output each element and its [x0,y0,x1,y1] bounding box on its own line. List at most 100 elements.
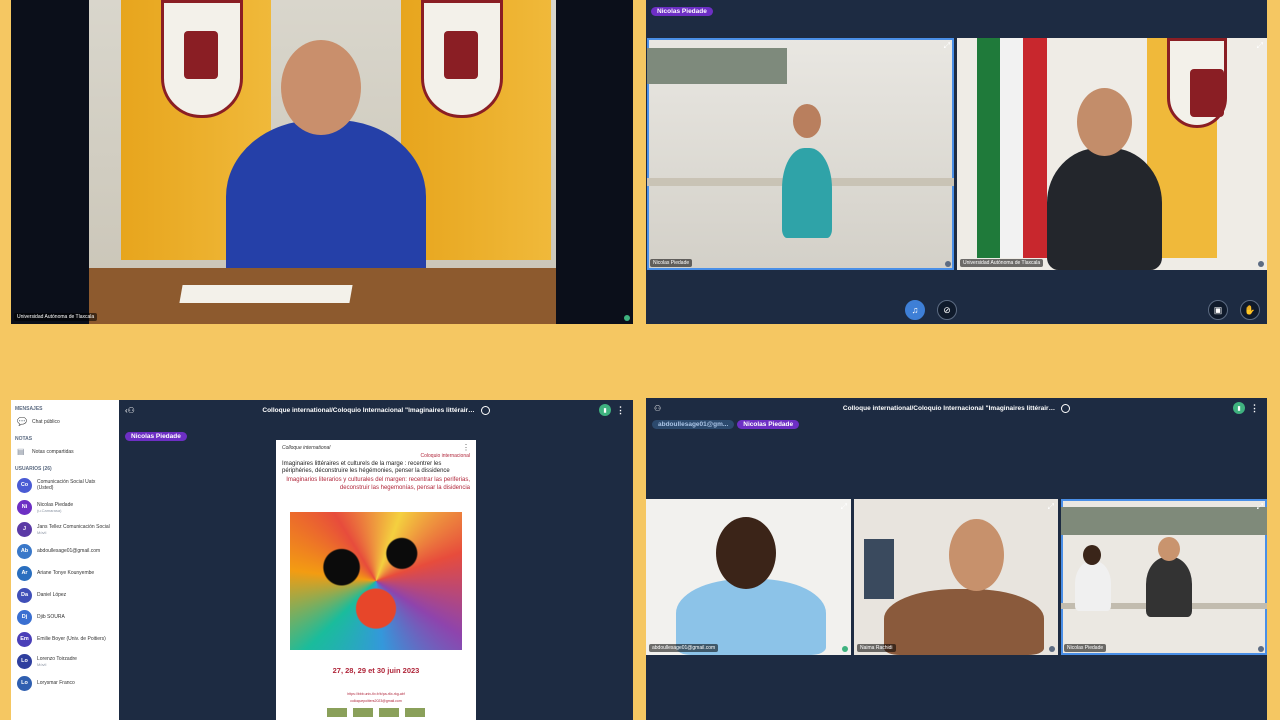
video-tile-2[interactable]: ⤢ Universidad Autónoma de Tlaxcala [957,38,1267,270]
user-text: Comunicación Social Uatx (Usted) [37,479,113,491]
video-panel-tlaxcala: Universidad Autónoma de Tlaxcala [11,0,633,324]
user-list-item[interactable]: Dj Djib SOURA [11,606,119,628]
mic-status-icon [945,261,951,267]
user-name: Ariane Tonye Kounyembe [37,570,95,576]
user-list-item[interactable]: Lo Lorenzo Toirzadre Móvil [11,650,119,672]
user-list-item[interactable]: Co Comunicación Social Uatx (Usted) [11,474,119,496]
poster-line-fr: Colloque international [282,445,331,451]
avatar: Lo [17,675,32,691]
poster-title-fr: Imaginaires littéraires et culturels de … [282,461,450,475]
participant-name-tag[interactable]: Nicolas Piedade [650,259,693,267]
sponsor-logos [306,708,446,717]
shared-notes-item[interactable]: ▤ Notas compartidas [11,444,119,460]
participant-name-tag[interactable]: abdoullesage01@gmail.com [649,644,719,652]
user-name: Emilie Boyer (Univ. de Poitiers) [37,636,106,642]
video-tile-1[interactable]: ⤢ abdoullesage01@gmail.com [646,499,851,655]
mic-status-icon [842,646,848,652]
connection-status-icon[interactable]: ▮ [1233,402,1245,414]
meeting-panel-two-tiles: Nicolas Piedade ⤢ Nicolas Piedade ⤢ Univ… [646,0,1267,324]
video-tile-3[interactable]: ⤢ Nicolas Piedade [1061,499,1267,655]
presentation-slide: Colloque international Coloquio internac… [276,440,476,720]
messages-header: MENSAJES [15,406,43,412]
mic-status-icon [1258,646,1264,652]
user-list: Co Comunicación Social Uatx (Usted) Ni Nico… [11,474,119,694]
user-status: Móvil [37,661,47,667]
avatar: J [17,521,32,537]
slide-options-icon[interactable]: ⋮ [462,443,470,452]
participant-head-right [1158,537,1180,561]
user-sidebar: MENSAJES 💬 Chat público NOTAS ▤ Notas co… [11,400,119,720]
media-controls: ♫ ⊘ [905,300,957,320]
participant-body [884,589,1044,655]
expand-icon[interactable]: ⤢ [1257,41,1263,51]
avatar: Ab [17,543,32,559]
speaker-body [226,120,426,290]
presenter-badge[interactable]: Nicolas Piedade [125,432,187,441]
raise-hand-icon[interactable]: ✋ [1240,300,1260,320]
avatar: Ni [17,499,32,515]
meeting-title-text: Colloque international/Coloquio Internac… [262,406,475,414]
video-tile-2[interactable]: ⤢ Naima Rachidi [854,499,1058,655]
participant-name-tag[interactable]: Nicolas Piedade [1064,644,1107,652]
expand-icon[interactable]: ⤢ [1048,502,1054,512]
user-list-item[interactable]: Em Emilie Boyer (Univ. de Poitiers) [11,628,119,650]
poster-title-es: Imaginarios literarios y culturales del … [286,477,470,491]
participant-name-tag[interactable]: Universidad Autónoma de Tlaxcala [14,313,98,321]
record-icon[interactable] [480,405,490,415]
camera-off-icon[interactable]: ⊘ [937,300,957,320]
user-name: Comunicación Social Uatx (Usted) [37,479,96,491]
participant-name-tag[interactable]: Universidad Autónoma de Tlaxcala [960,259,1044,267]
poster-line-es: Coloquio internacional [420,453,470,459]
mic-status-icon [1258,261,1264,267]
user-list-item[interactable]: Lo Lorysmar Franco [11,672,119,694]
meeting-title: Colloque international/Coloquio Internac… [119,405,633,415]
video-tile-1[interactable]: ⤢ Nicolas Piedade [647,38,954,270]
avatar: Dj [17,609,32,625]
headphones-icon[interactable]: ♫ [905,300,925,320]
side-controls: ▣ ✋ [1208,300,1260,320]
options-menu-icon[interactable]: ⋮ [616,405,625,416]
user-name: abdoullesage01@gmail.com [37,548,101,554]
user-text: Ariane Tonye Kounyembe [37,570,94,576]
options-menu-icon[interactable]: ⋮ [1250,403,1259,414]
connection-status-icon[interactable]: ▮ [599,404,611,416]
mexican-flag [977,38,1047,258]
user-status: (u.Camarasa) [37,507,62,513]
avatar: Lo [17,653,32,669]
user-list-item[interactable]: J Jans Tellez Comunicación Social Móvil [11,518,119,540]
talker-badge[interactable]: abdoullesage01@gm... [652,420,735,429]
meeting-panel-presentation: MENSAJES 💬 Chat público NOTAS ▤ Notas co… [11,400,633,720]
participant-body-left [1075,561,1111,611]
university-seal-right [421,0,503,118]
meeting-panel-three-tiles: ⚇ Colloque international/Coloquio Intern… [646,398,1267,720]
meeting-topbar: ‹⚇ Colloque international/Coloquio Inter… [119,400,633,420]
user-list-item[interactable]: Ni Nicolas Piedade (u.Camarasa) [11,496,119,518]
participant-name-tag[interactable]: Naima Rachidi [857,644,896,652]
user-list-item[interactable]: Ar Ariane Tonye Kounyembe [11,562,119,584]
user-list-item[interactable]: Ab abdoullesage01@gmail.com [11,540,119,562]
user-list-item[interactable]: Da Daniel López [11,584,119,606]
window-scene [1061,507,1267,535]
presenter-badge[interactable]: Nicolas Piedade [651,7,713,16]
avatar: Em [17,631,32,647]
notes-header: NOTAS [15,436,33,442]
chat-icon: 💬 [17,417,27,426]
user-text: Lorysmar Franco [37,680,75,686]
screen-share-icon[interactable]: ▣ [1208,300,1228,320]
shared-notes-label: Notas compartidas [32,449,74,455]
notes-icon: ▤ [17,447,25,456]
university-seal-left [161,0,243,118]
record-icon[interactable] [1061,403,1071,413]
expand-icon[interactable]: ⤢ [841,502,847,512]
mic-status-icon [624,315,630,321]
presenter-badge[interactable]: Nicolas Piedade [737,420,800,429]
poster-email: colloquepoitiers2023@gmail.com [350,699,402,703]
expand-icon[interactable]: ⤢ [944,41,950,51]
participant-body-right [1146,557,1192,617]
poster-link: https://bbb.univ-tlx.fr/b/pa-r6x-rkg-abf [347,692,405,696]
poster-dates: 27, 28, 29 et 30 juin 2023 [332,666,420,675]
public-chat-item[interactable]: 💬 Chat público [11,414,119,430]
expand-icon[interactable]: ⤢ [1257,502,1263,512]
participant-head [1077,88,1132,156]
user-text: Djib SOURA [37,614,65,620]
